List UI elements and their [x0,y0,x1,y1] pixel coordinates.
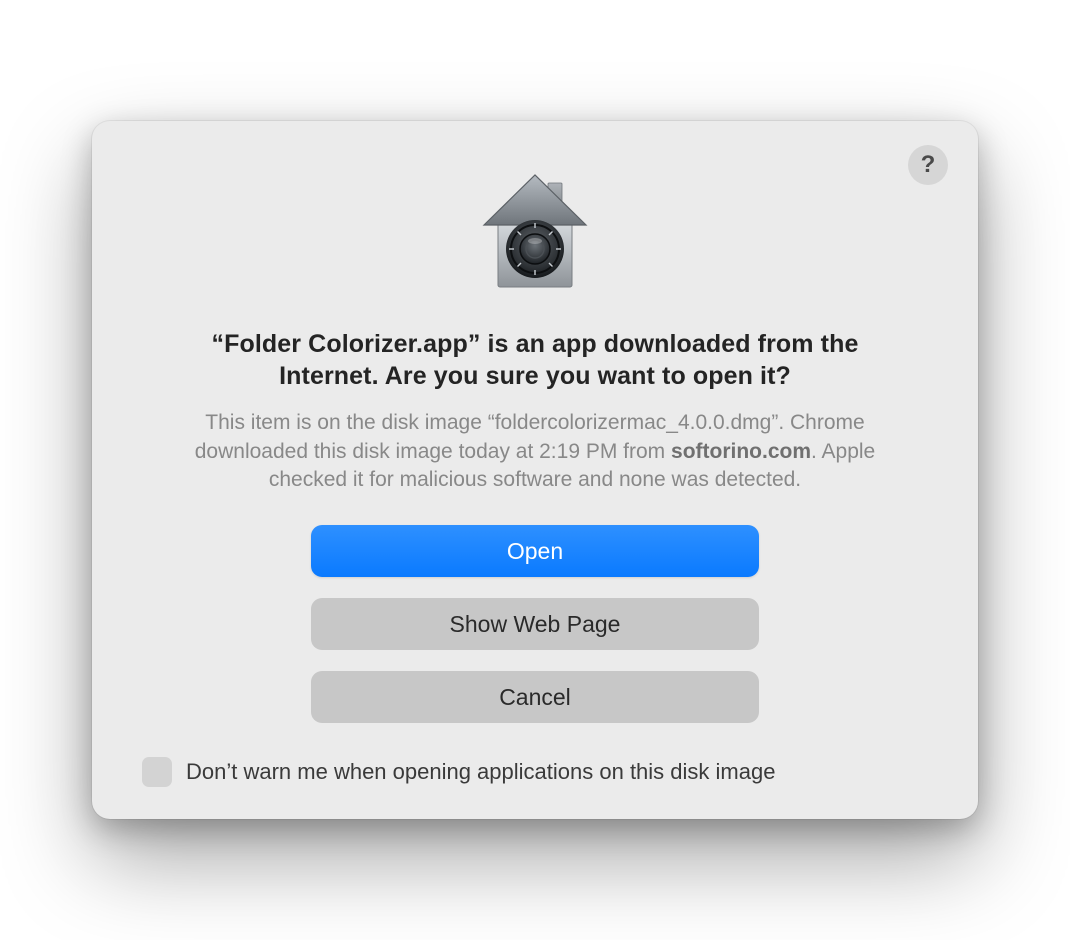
dont-warn-checkbox[interactable] [142,757,172,787]
gatekeeper-dialog: ? [92,121,978,820]
dont-warn-row: Don’t warn me when opening applications … [136,757,775,787]
cancel-button[interactable]: Cancel [311,671,759,723]
dont-warn-label: Don’t warn me when opening applications … [186,759,775,785]
show-web-page-button[interactable]: Show Web Page [311,598,759,650]
open-button[interactable]: Open [311,525,759,577]
gatekeeper-icon [466,161,604,304]
dialog-body: This item is on the disk image “folderco… [155,409,915,496]
dialog-title: “Folder Colorizer.app” is an app downloa… [165,328,905,393]
help-button[interactable]: ? [908,145,948,185]
button-stack: Open Show Web Page Cancel [311,525,759,723]
dialog-body-domain: softorino.com [671,440,811,463]
